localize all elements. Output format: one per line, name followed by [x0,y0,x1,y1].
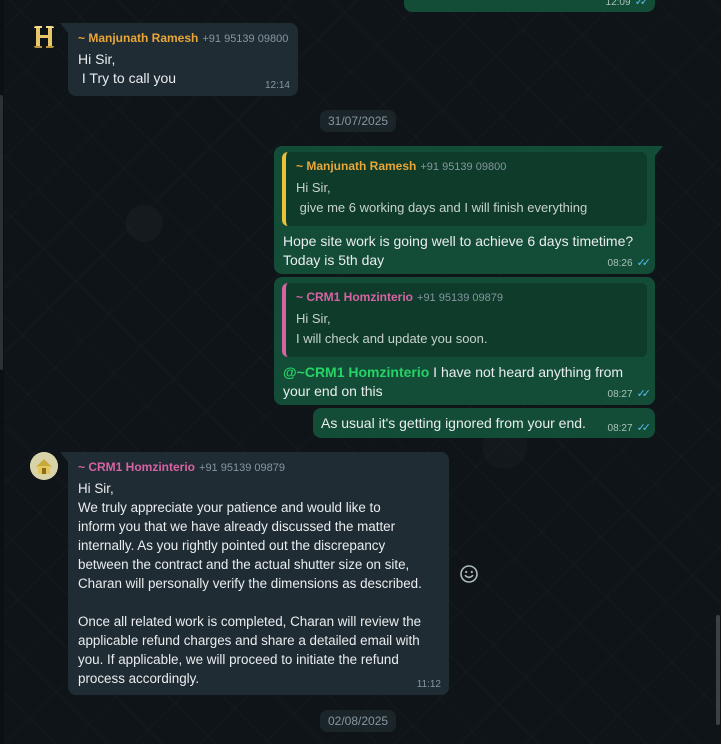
sender-phone: +91 95139 09800 [202,33,289,45]
double-check-icon: ✓✓ [636,388,652,400]
double-check-icon: ✓✓ [636,422,652,434]
message-text-line1: I have not heard anything from [429,364,624,380]
sender-name[interactable]: ~ Manjunath Ramesh [78,31,198,45]
quoted-text: Hi Sir, give me 6 working days and I wil… [296,180,588,215]
quoted-message[interactable]: ~ CRM1 Homzinterio +91 95139 09879 Hi Sir… [282,283,647,357]
outgoing-message-partial[interactable]: 12:09 ✓✓ [404,0,655,12]
message-text: Hi Sir, We truly appreciate your patienc… [78,481,422,686]
message-time: 08:27 [607,423,633,434]
quoted-sender-row: ~ Manjunath Ramesh +91 95139 09800 [296,158,637,175]
quoted-sender-phone: +91 95139 09879 [417,292,503,304]
mention-link[interactable]: @~CRM1 Homzinterio [283,364,429,380]
double-check-icon: ✓✓ [634,0,650,8]
quoted-sender-row: ~ CRM1 Homzinterio +91 95139 09879 [296,289,637,306]
message-text: As usual it's getting ignored from your … [321,415,586,431]
message-time: 08:26 [607,258,633,269]
logo-h-icon [34,26,54,48]
quoted-text: Hi Sir, I will check and update you soon… [296,311,488,346]
message-time: 11:12 [416,679,441,690]
sender-phone: +91 95139 09879 [199,462,285,474]
message-meta: 08:27 ✓✓ [607,422,652,435]
smiley-icon [460,565,478,583]
double-check-icon: ✓✓ [636,257,652,269]
quoted-sender-name: ~ Manjunath Ramesh [296,159,417,173]
outgoing-message[interactable]: ~ CRM1 Homzinterio +91 95139 09879 Hi Sir… [274,277,655,405]
outgoing-message[interactable]: ~ Manjunath Ramesh +91 95139 09800 Hi Sir… [274,146,663,274]
message-time: 12:09 [605,0,631,8]
message-time: 08:27 [607,389,633,400]
incoming-message[interactable]: ~ CRM1 Homzinterio +91 95139 09879 Hi Sir… [60,452,449,695]
message-text: @~CRM1 Homzinterio I have not heard anyt… [282,363,647,401]
quoted-message[interactable]: ~ Manjunath Ramesh +91 95139 09800 Hi Sir… [282,152,647,226]
message-meta: 08:26 ✓✓ [607,257,652,270]
message-meta: 08:27 ✓✓ [607,388,652,401]
message-text: Hope site work is going well to achieve … [283,233,634,268]
message-meta: 12:09 ✓✓ [605,0,650,9]
incoming-message[interactable]: ~ Manjunath Ramesh +91 95139 09800 Hi Sir… [60,23,298,96]
react-emoji-button[interactable] [458,563,480,585]
date-separator: 02/08/2025 [320,710,397,732]
quoted-sender-name: ~ CRM1 Homzinterio [296,290,414,304]
chat-area[interactable]: 12:09 ✓✓ ~ Manjunath Ramesh +91 95139 0980… [0,0,721,744]
message-text-line2: your end on this [283,383,383,399]
message-text: Hi Sir, I Try to call you [78,51,177,86]
quoted-sender-phone: +91 95139 09800 [420,161,507,173]
sender-row: ~ CRM1 Homzinterio +91 95139 09879 [78,459,439,476]
left-scroll-indicator [0,95,3,370]
house-logo-icon [30,452,58,480]
contact-avatar[interactable] [30,23,58,51]
message-time: 12:14 [264,80,290,91]
date-separator: 31/07/2025 [320,110,397,132]
contact-avatar[interactable] [30,452,58,480]
sender-row: ~ Manjunath Ramesh +91 95139 09800 [78,30,288,47]
sender-name[interactable]: ~ CRM1 Homzinterio [78,460,195,474]
outgoing-message[interactable]: As usual it's getting ignored from your … [313,408,655,438]
chat-scrollbar[interactable] [716,615,720,725]
